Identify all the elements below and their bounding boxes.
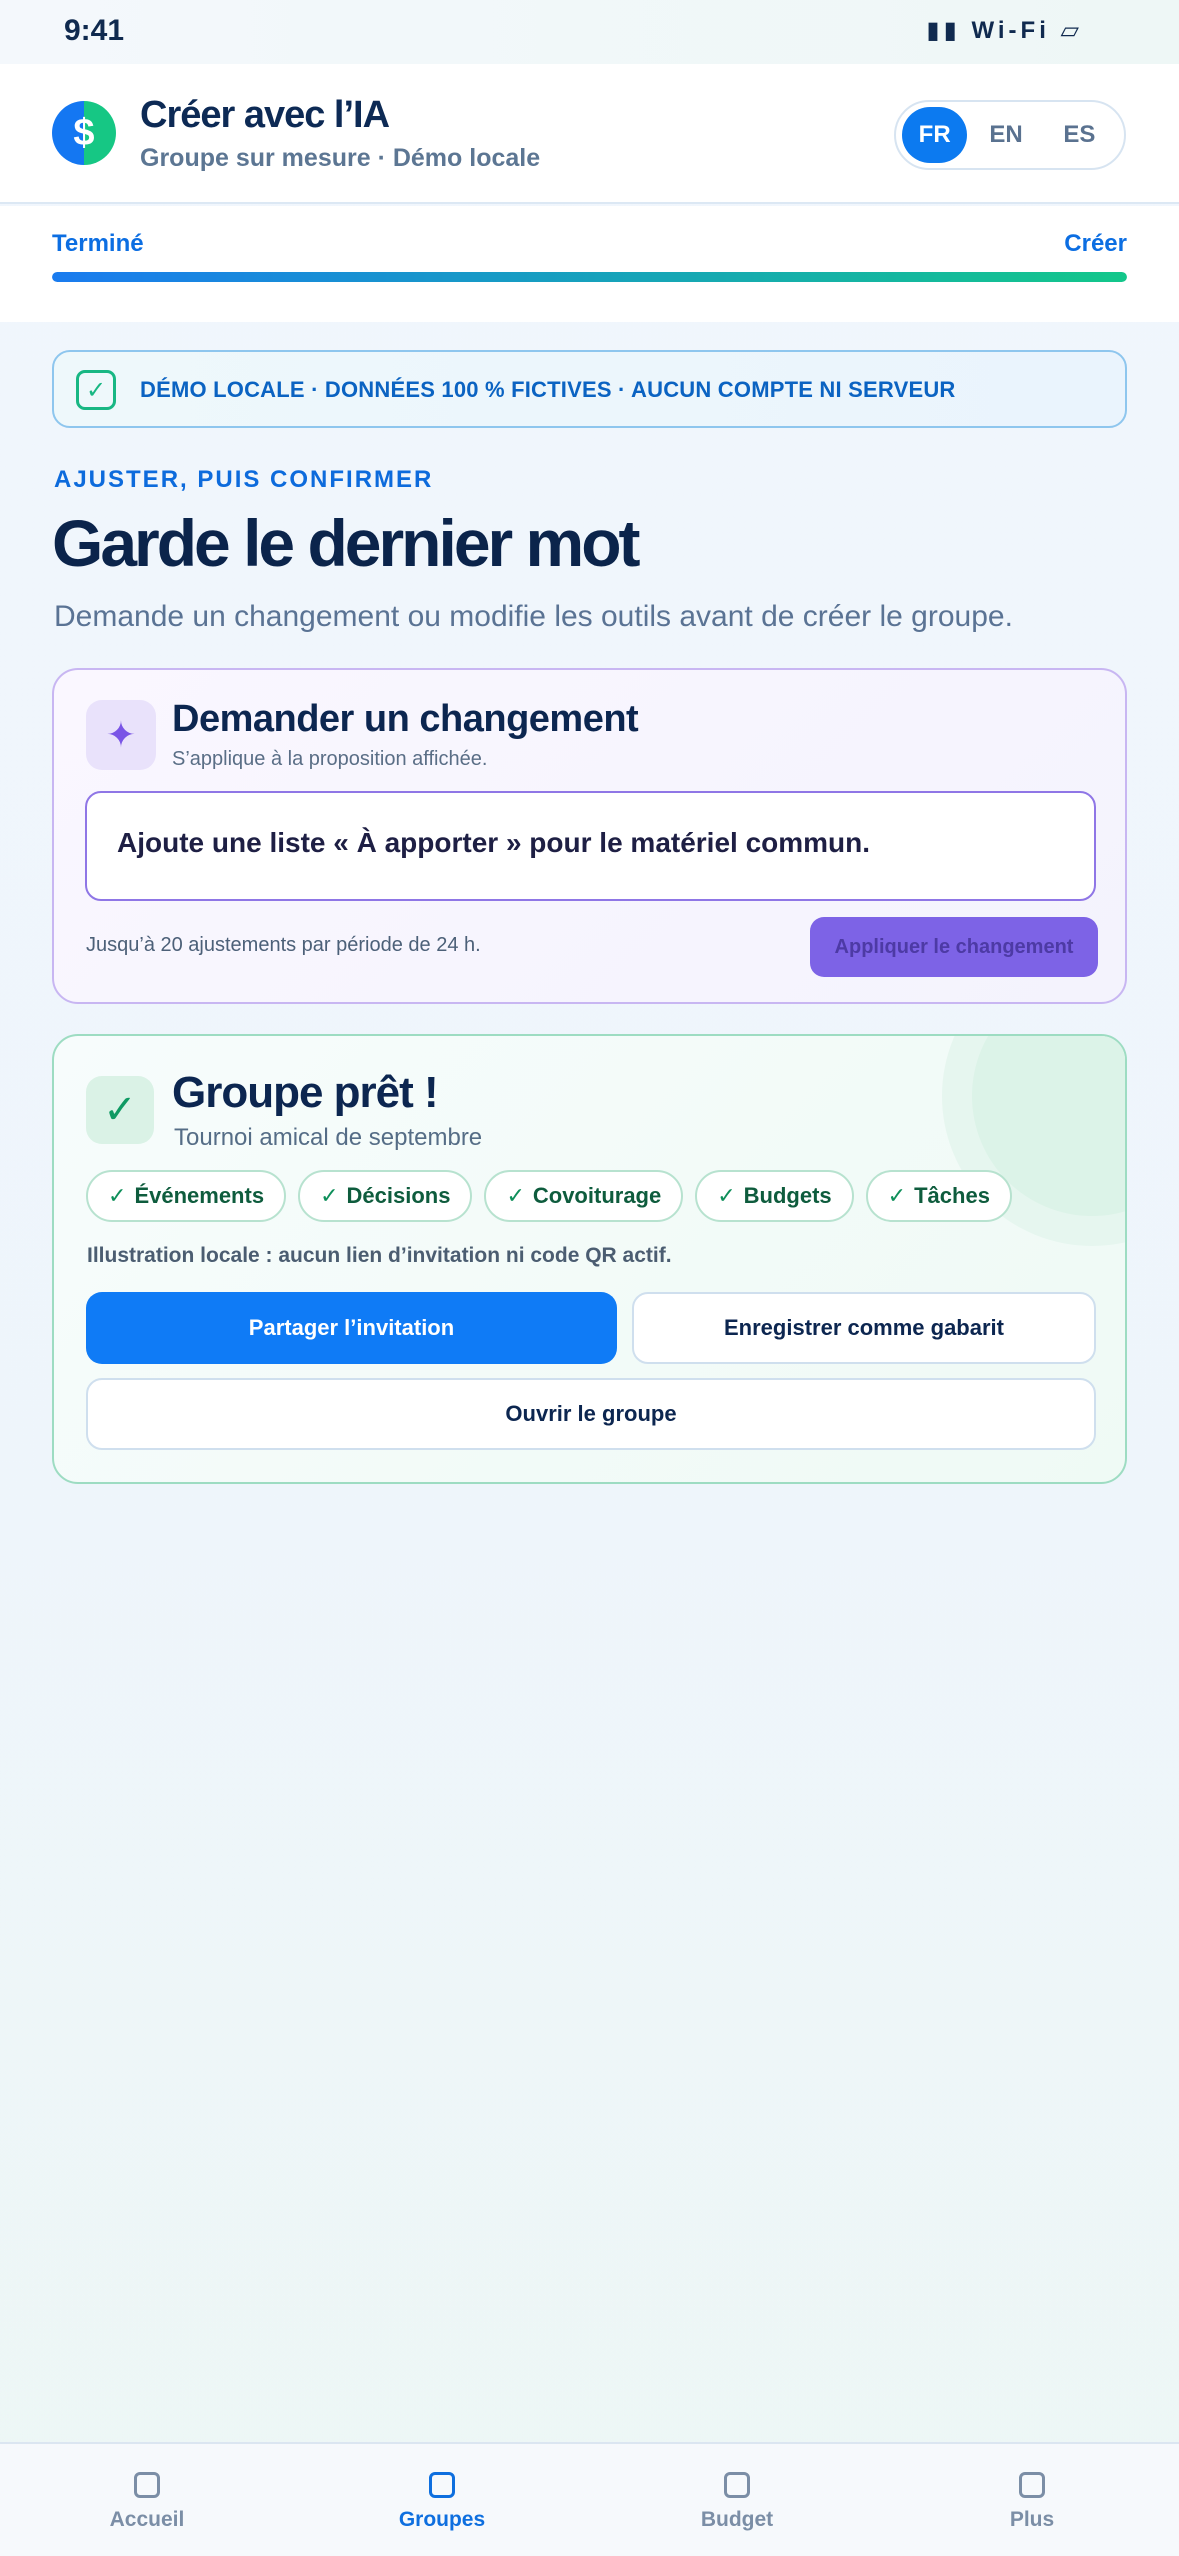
tool-chip-budgets[interactable]: ✓ Budgets	[695, 1170, 854, 1222]
progress-left-label: Terminé	[52, 230, 144, 257]
check-icon: ✓	[320, 1183, 339, 1208]
progress-section: Terminé Créer	[0, 206, 1179, 322]
sparkle-icon: ✦	[86, 700, 156, 770]
tab-groupes[interactable]: Groupes	[342, 2444, 542, 2556]
local-illustration-note: Illustration locale : aucun lien d’invit…	[87, 1244, 672, 1267]
groups-icon	[429, 2472, 455, 2498]
budget-icon	[724, 2472, 750, 2498]
bottom-tab-bar: Accueil Groupes Budget Plus	[0, 2442, 1179, 2556]
language-es[interactable]: ES	[1045, 107, 1114, 163]
tab-accueil[interactable]: Accueil	[47, 2444, 247, 2556]
section-eyebrow: AJUSTER, PUIS CONFIRMER	[54, 466, 434, 493]
check-icon: ✓	[86, 1076, 154, 1144]
app-header: $ Créer avec l’IA Groupe sur mesure · Dé…	[0, 64, 1179, 204]
apply-change-button[interactable]: Appliquer le changement	[810, 917, 1098, 977]
app-logo: $	[52, 101, 116, 165]
language-en[interactable]: EN	[971, 107, 1040, 163]
limit-note: Jusqu’à 20 ajustements par période de 24…	[86, 934, 481, 956]
section-lead: Demande un changement ou modifie les out…	[54, 600, 1013, 633]
group-ready-card: ✓ Groupe prêt ! Tournoi amical de septem…	[52, 1034, 1127, 1484]
check-icon: ✓	[717, 1183, 736, 1208]
demo-banner: ✓ DÉMO LOCALE · DONNÉES 100 % FICTIVES ·…	[52, 350, 1127, 428]
demo-banner-text: DÉMO LOCALE · DONNÉES 100 % FICTIVES · A…	[140, 377, 956, 402]
home-icon	[134, 2472, 160, 2498]
tab-budget[interactable]: Budget	[637, 2444, 837, 2556]
tool-chip-events[interactable]: ✓ Événements	[86, 1170, 287, 1222]
check-icon: ✓	[887, 1183, 907, 1208]
check-icon: ✓	[108, 1183, 127, 1208]
share-invitation-button[interactable]: Partager l’invitation	[86, 1292, 617, 1364]
change-request-card: ✦ Demander un changement S’applique à la…	[52, 668, 1127, 1004]
language-switcher: FR EN ES	[894, 100, 1126, 170]
ready-card-subtitle: Tournoi amical de septembre	[174, 1124, 483, 1151]
tool-chip-carpool[interactable]: ✓ Covoiturage	[484, 1170, 684, 1222]
change-card-title: Demander un changement	[172, 698, 639, 740]
tool-chip-tasks[interactable]: ✓ Tâches	[865, 1170, 1012, 1222]
ready-card-title: Groupe prêt !	[172, 1068, 439, 1117]
progress-right-label: Créer	[1064, 230, 1127, 257]
more-icon	[1019, 2472, 1045, 2498]
save-template-button[interactable]: Enregistrer comme gabarit	[632, 1292, 1096, 1364]
section-title: Garde le dernier mot	[52, 506, 641, 580]
status-time: 9:41	[64, 14, 125, 47]
status-bar: 9:41 ▮▮ Wi-Fi ▱	[0, 0, 1179, 64]
page-subtitle: Groupe sur mesure · Démo locale	[140, 144, 541, 172]
progress-fill	[52, 272, 1127, 282]
change-card-subtitle: S’applique à la proposition affichée.	[172, 748, 488, 770]
page-title: Créer avec l’IA	[140, 94, 390, 136]
language-fr[interactable]: FR	[902, 107, 968, 163]
open-group-button[interactable]: Ouvrir le groupe	[86, 1378, 1096, 1450]
check-icon: ✓	[506, 1183, 525, 1208]
status-signal: ▮▮ Wi-Fi ▱	[926, 17, 1083, 44]
progress-bar	[52, 272, 1127, 282]
check-icon: ✓	[76, 370, 116, 410]
change-request-input[interactable]: Ajoute une liste « À apporter » pour le …	[85, 791, 1096, 901]
tool-chip-decisions[interactable]: ✓ Décisions	[298, 1170, 473, 1222]
tab-plus[interactable]: Plus	[932, 2444, 1132, 2556]
tool-chips: ✓ Événements ✓ Décisions ✓ Covoiturage ✓ Bud…	[86, 1170, 1024, 1222]
